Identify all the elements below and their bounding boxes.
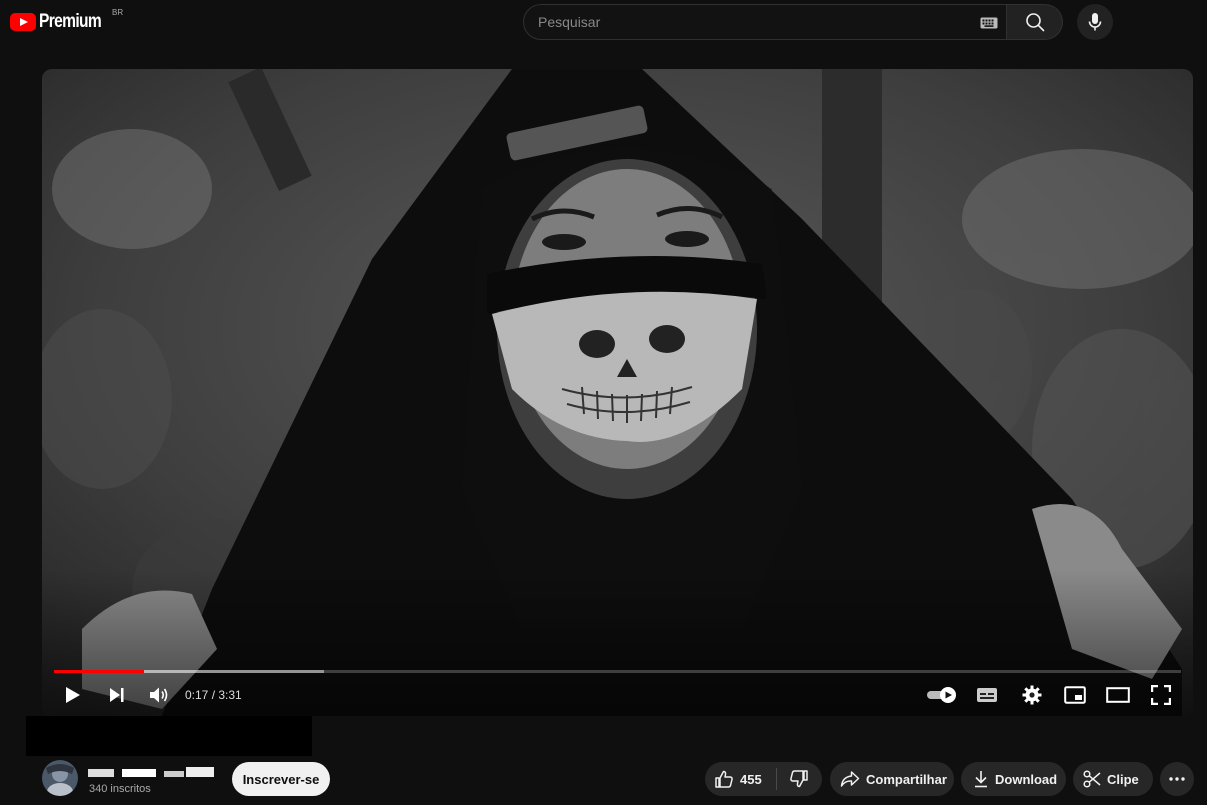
search-button[interactable] — [1007, 4, 1063, 40]
theater-icon — [1106, 687, 1130, 703]
progress-played — [54, 670, 145, 673]
duration: 3:31 — [218, 688, 242, 702]
subtitles-button[interactable] — [972, 677, 1002, 713]
subscriber-count: 340 inscritos — [89, 783, 151, 795]
current-time: 0:17 — [185, 688, 209, 702]
next-icon — [110, 688, 124, 702]
subscribe-button[interactable]: Inscrever-se — [232, 762, 330, 796]
progress-bar[interactable] — [54, 670, 1181, 673]
time-separator: / — [208, 688, 219, 702]
youtube-premium-logo[interactable]: Premium BR — [10, 8, 123, 34]
more-icon — [1169, 777, 1185, 781]
search-icon — [1025, 13, 1044, 32]
share-button[interactable]: Compartilhar — [830, 762, 954, 796]
channel-name-redacted[interactable] — [88, 767, 216, 777]
country-code: BR — [112, 8, 124, 17]
autoplay-toggle[interactable] — [924, 677, 960, 713]
voice-search-button[interactable] — [1077, 4, 1113, 40]
like-count: 455 — [740, 771, 762, 787]
scissors-icon — [1083, 770, 1101, 788]
thumbs-down-icon — [789, 770, 808, 788]
like-button[interactable]: 455 — [705, 762, 762, 796]
download-button[interactable]: Download — [961, 762, 1066, 796]
play-button[interactable] — [58, 677, 88, 713]
mic-icon — [1088, 13, 1102, 31]
more-actions-button[interactable] — [1160, 762, 1194, 796]
fullscreen-button[interactable] — [1146, 677, 1176, 713]
download-icon — [975, 771, 987, 788]
search-input[interactable] — [538, 5, 958, 39]
keyboard-icon[interactable] — [980, 16, 998, 34]
settings-button[interactable] — [1017, 677, 1047, 713]
volume-icon — [150, 687, 168, 703]
thumbs-up-icon — [715, 770, 733, 788]
avatar-image — [42, 760, 78, 796]
channel-avatar[interactable] — [42, 760, 78, 796]
redacted-title-block — [26, 716, 312, 756]
logo-text: Premium — [39, 11, 102, 32]
download-label: Download — [995, 771, 1058, 787]
miniplayer-button[interactable] — [1060, 677, 1090, 713]
player-controls: 0:17 / 3:31 — [42, 677, 1193, 713]
video-player[interactable]: 0:17 / 3:31 — [42, 69, 1193, 716]
autoplay-toggle-icon — [927, 687, 956, 703]
dislike-button[interactable] — [777, 762, 809, 796]
like-dislike-group: 455 — [705, 762, 822, 796]
subtitles-icon — [977, 688, 997, 702]
theater-mode-button[interactable] — [1102, 677, 1134, 713]
masthead: Premium BR — [0, 0, 1207, 44]
next-button[interactable] — [102, 677, 132, 713]
share-label: Compartilhar — [866, 771, 947, 787]
clip-label: Clipe — [1107, 771, 1139, 787]
gear-icon — [1022, 685, 1042, 705]
share-icon — [840, 771, 860, 787]
play-icon — [66, 687, 80, 703]
time-display: 0:17 / 3:31 — [185, 688, 242, 702]
miniplayer-icon — [1064, 686, 1086, 704]
search-box — [523, 4, 1007, 40]
video-frame[interactable] — [42, 69, 1193, 716]
volume-button[interactable] — [144, 677, 174, 713]
fullscreen-icon — [1151, 685, 1171, 705]
clip-button[interactable]: Clipe — [1073, 762, 1153, 796]
youtube-logo-icon — [10, 13, 36, 31]
